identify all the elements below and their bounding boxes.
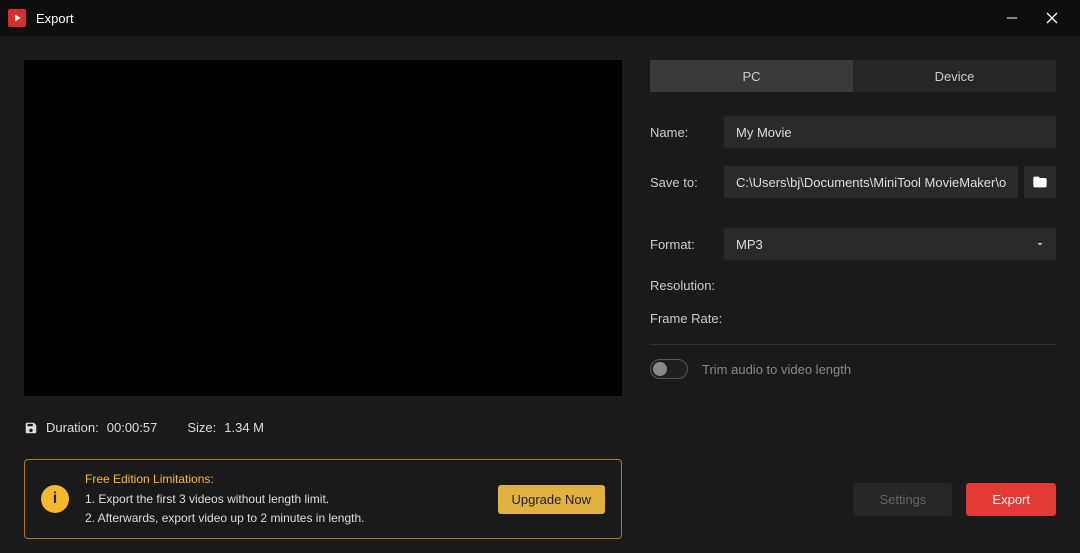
video-preview	[24, 60, 622, 396]
format-value: MP3	[736, 237, 763, 252]
format-label: Format:	[650, 237, 724, 252]
folder-icon	[1032, 174, 1048, 190]
tab-pc[interactable]: PC	[650, 60, 853, 92]
target-tabs: PC Device	[650, 60, 1056, 92]
tab-device[interactable]: Device	[853, 60, 1056, 92]
size-value: 1.34 M	[224, 420, 264, 435]
saveto-input[interactable]	[724, 166, 1018, 198]
divider	[650, 344, 1056, 345]
trim-audio-label: Trim audio to video length	[702, 362, 851, 377]
limitations-heading: Free Edition Limitations:	[85, 470, 482, 489]
saveto-label: Save to:	[650, 175, 724, 190]
name-label: Name:	[650, 125, 724, 140]
name-input[interactable]	[724, 116, 1056, 148]
browse-folder-button[interactable]	[1024, 166, 1056, 198]
close-button[interactable]	[1032, 0, 1072, 36]
titlebar: Export	[0, 0, 1080, 36]
limitations-line2: 2. Afterwards, export video up to 2 minu…	[85, 509, 482, 528]
file-info: Duration: 00:00:57 Size: 1.34 M	[24, 420, 622, 435]
upgrade-button[interactable]: Upgrade Now	[498, 485, 606, 514]
settings-button[interactable]: Settings	[853, 483, 952, 516]
window-title: Export	[36, 11, 992, 26]
chevron-down-icon	[1034, 238, 1046, 250]
format-select[interactable]: MP3	[724, 228, 1056, 260]
info-icon: i	[41, 485, 69, 513]
size-label: Size:	[187, 420, 216, 435]
resolution-label: Resolution:	[650, 278, 715, 293]
trim-audio-toggle[interactable]	[650, 359, 688, 379]
export-button[interactable]: Export	[966, 483, 1056, 516]
main-content: Duration: 00:00:57 Size: 1.34 M PC Devic…	[0, 36, 1080, 459]
app-icon	[8, 9, 26, 27]
save-icon	[24, 421, 38, 435]
duration-label: Duration:	[46, 420, 99, 435]
limitations-line1: 1. Export the first 3 videos without len…	[85, 490, 482, 509]
duration-value: 00:00:57	[107, 420, 158, 435]
footer: i Free Edition Limitations: 1. Export th…	[24, 459, 1056, 539]
minimize-button[interactable]	[992, 0, 1032, 36]
framerate-label: Frame Rate:	[650, 311, 722, 326]
limitations-box: i Free Edition Limitations: 1. Export th…	[24, 459, 622, 539]
